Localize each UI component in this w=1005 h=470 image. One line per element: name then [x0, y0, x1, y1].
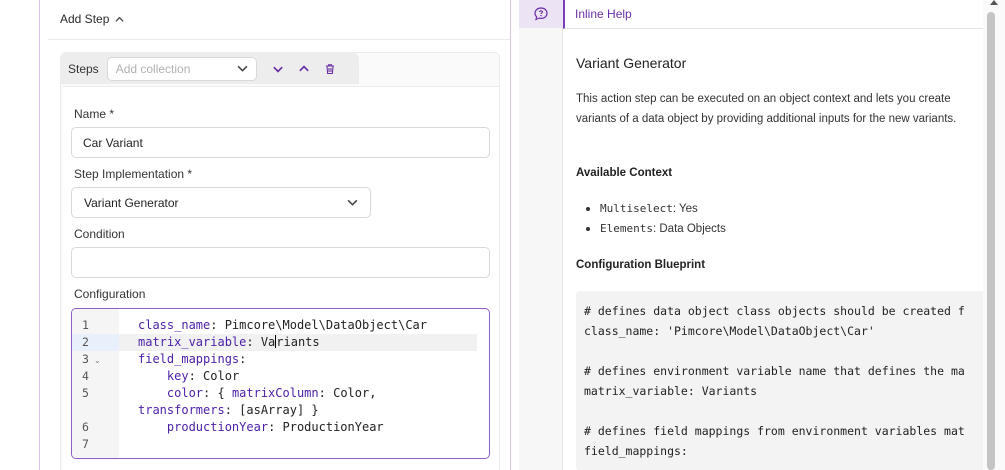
code-line-wrapped: transformers: [asArray] } — [138, 403, 319, 417]
editor-gutter — [72, 309, 119, 458]
list-item: Elements: Data Objects — [586, 219, 726, 239]
blueprint-code-block: # defines data object class objects shou… — [576, 291, 986, 470]
help-title: Variant Generator — [576, 55, 687, 71]
trash-icon — [325, 63, 334, 74]
blueprint-line: class_name: 'Pimcore\Model\DataObject\Ca… — [584, 324, 875, 338]
help-bubble-icon — [534, 7, 548, 21]
divider — [48, 39, 510, 40]
line-number: 3 — [82, 352, 89, 366]
move-down-button[interactable] — [265, 57, 291, 81]
line-number: 1 — [82, 318, 89, 332]
chevron-down-icon — [272, 66, 283, 73]
line-number: 5 — [82, 386, 89, 400]
step-implementation-select[interactable]: Variant Generator — [71, 187, 371, 218]
blueprint-line: # defines data object class objects shou… — [584, 304, 965, 318]
steps-card: Steps Add collection Name * Car Variant … — [60, 52, 500, 470]
context-list: Multiselect: Yes Elements: Data Objects — [586, 199, 726, 239]
step-implementation-value: Variant Generator — [84, 195, 179, 210]
steps-toolbar: Steps Add collection — [61, 53, 359, 84]
add-step-label: Add Step — [60, 12, 110, 26]
scroll-up-arrow-icon[interactable] — [990, 0, 998, 5]
workflow-editor-panel: Add Step Steps Add collection Name * Car… — [39, 0, 511, 470]
line-number: 6 — [82, 420, 89, 434]
name-label: Name * — [74, 107, 115, 121]
name-input[interactable]: Car Variant — [71, 127, 490, 158]
help-header-title: Inline Help — [575, 7, 632, 21]
chevron-down-icon — [237, 65, 248, 72]
configuration-label: Configuration — [74, 287, 146, 301]
blueprint-line: # defines field mappings from environmen… — [584, 424, 965, 438]
blueprint-line — [584, 341, 978, 361]
help-header: Inline Help — [563, 0, 983, 29]
active-line-gutter — [72, 334, 119, 351]
collection-placeholder: Add collection — [115, 61, 191, 76]
add-collection-select[interactable]: Add collection — [106, 56, 257, 81]
scrollbar-thumb[interactable] — [987, 12, 995, 470]
chevron-up-icon — [115, 16, 124, 22]
code-line: color: { matrixColumn: Color, — [166, 386, 377, 400]
blueprint-line: field_mappings: — [584, 444, 688, 458]
help-scrollbar[interactable] — [983, 0, 1005, 470]
condition-label: Condition — [74, 227, 125, 241]
move-up-button[interactable] — [291, 57, 317, 81]
line-number: 7 — [82, 437, 89, 451]
chevron-up-icon — [298, 64, 309, 71]
fold-chevron-icon[interactable]: ⌄ — [94, 356, 101, 365]
steps-label: Steps — [68, 61, 99, 76]
code-line: class_name: Pimcore\Model\DataObject\Car — [138, 318, 427, 332]
help-content: Variant Generator This action step can b… — [576, 29, 986, 470]
step-implementation-label: Step Implementation * — [74, 167, 193, 181]
configuration-code-editor[interactable]: 1 2 3 ⌄ 4 5 6 7 class_name: Pimcore\Mode… — [71, 308, 490, 459]
inline-help-panel: Inline Help Variant Generator This actio… — [519, 0, 1005, 470]
line-number: 4 — [82, 369, 89, 383]
help-tab-button[interactable] — [519, 0, 563, 28]
app-root: Add Step Steps Add collection Name * Car… — [0, 0, 1005, 470]
available-context-heading: Available Context — [576, 167, 673, 179]
name-value: Car Variant — [83, 135, 143, 150]
delete-button[interactable] — [317, 57, 343, 81]
help-rail — [519, 0, 563, 470]
configuration-blueprint-heading: Configuration Blueprint — [576, 259, 706, 271]
code-line: key: Color — [166, 369, 240, 383]
chevron-down-icon — [347, 199, 358, 206]
code-line: matrix_variable: Variants — [138, 335, 320, 349]
step-form: Name * Car Variant Step Implementation *… — [63, 86, 499, 470]
add-step-toggle[interactable]: Add Step — [60, 12, 124, 26]
code-line: productionYear: ProductionYear — [166, 420, 384, 434]
help-description: This action step can be executed on an o… — [576, 93, 957, 125]
condition-input[interactable] — [71, 247, 490, 278]
blueprint-line: # defines environment variable name that… — [584, 364, 965, 378]
line-number: 2 — [82, 335, 89, 349]
blueprint-line — [584, 401, 978, 421]
list-item: Multiselect: Yes — [586, 199, 726, 219]
code-line: field_mappings: — [138, 352, 247, 366]
blueprint-line: matrix_variable: Variants — [584, 384, 758, 398]
